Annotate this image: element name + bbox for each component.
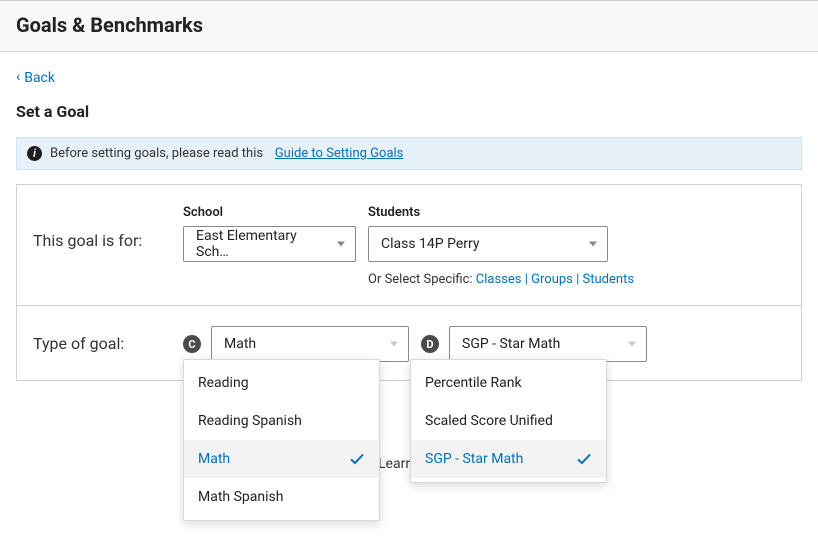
school-value: East Elementary Sch… [196,228,325,260]
school-select[interactable]: East Elementary Sch… [183,226,356,262]
metric-value: SGP - Star Math [462,336,560,352]
classes-link[interactable]: Classes [476,272,522,287]
check-icon [349,451,365,467]
info-text: Before setting goals, please read this [50,146,263,161]
guide-link[interactable]: Guide to Setting Goals [275,146,404,161]
students-link[interactable]: Students [583,272,635,287]
dropdown-item-label: Scaled Score Unified [425,413,553,429]
dropdown-item-label: Reading [198,375,249,391]
caret-down-icon [390,342,398,347]
subject-item[interactable]: Math [184,440,379,478]
row-label: This goal is for: [33,205,183,250]
dropdown-item-label: Reading Spanish [198,413,302,429]
students-value: Class 14P Perry [381,236,480,252]
dropdown-item-label: Percentile Rank [425,375,522,391]
subject-value: Math [224,336,256,352]
subheader: Set a Goal [16,102,802,121]
or-select-text: Or Select Specific: [368,272,473,287]
subject-item[interactable]: Reading Spanish [184,402,379,440]
header-bar: Goals & Benchmarks [0,1,818,52]
metric-item[interactable]: Percentile Rank [411,364,606,402]
metric-item[interactable]: SGP - Star Math [411,440,606,478]
chevron-left-icon: ‹ [16,70,20,84]
back-link[interactable]: ‹ Back [16,70,55,86]
metric-select[interactable]: SGP - Star Math [449,326,647,362]
caret-down-icon [628,342,636,347]
metric-dropdown[interactable]: Percentile Rank Scaled Score Unified SGP -… [410,359,607,483]
back-label: Back [24,70,55,86]
goal-panel: This goal is for: School East Elementary… [16,184,802,381]
metric-item[interactable]: Scaled Score Unified [411,402,606,440]
row-label: Type of goal: [33,326,183,353]
goal-for-row: This goal is for: School East Elementary… [17,185,801,305]
badge-d: D [421,335,439,353]
students-label: Students [368,205,634,220]
dropdown-item-label: Math Spanish [198,489,283,505]
learn-text: Learn [378,456,413,472]
subject-item[interactable]: Math Spanish [184,478,379,516]
info-icon: i [27,146,42,161]
subject-dropdown[interactable]: Reading Reading Spanish Math Math Spanish [183,359,380,521]
badge-c: C [183,335,201,353]
subject-item[interactable]: Reading [184,364,379,402]
caret-down-icon [337,242,345,247]
type-of-goal-row: Type of goal: C Math D SGP - Star Math [17,305,801,380]
groups-link[interactable]: Groups [531,272,573,287]
school-label: School [183,205,356,220]
page-title: Goals & Benchmarks [16,13,802,37]
check-icon [576,451,592,467]
info-bar: i Before setting goals, please read this… [16,137,802,170]
caret-down-icon [589,242,597,247]
students-select[interactable]: Class 14P Perry [368,226,608,262]
subject-select[interactable]: Math [211,326,409,362]
dropdown-item-label: SGP - Star Math [425,451,523,467]
dropdown-item-label: Math [198,451,230,467]
